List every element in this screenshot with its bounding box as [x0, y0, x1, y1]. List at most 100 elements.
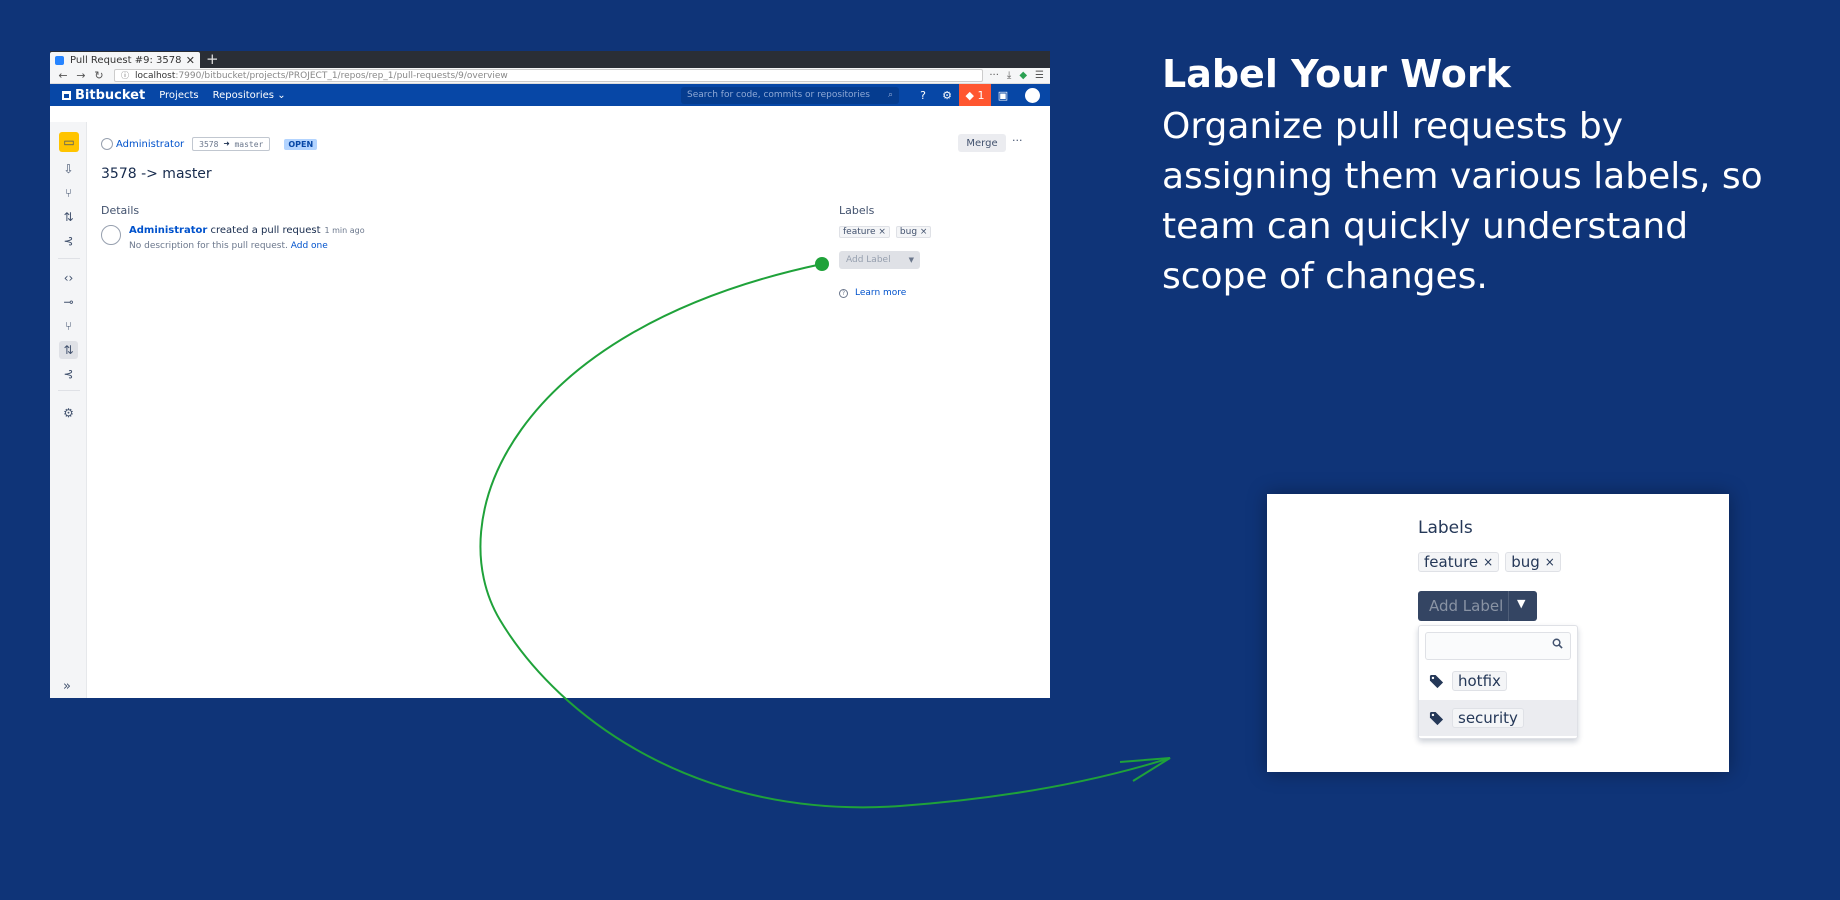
activity-avatar: [101, 225, 121, 245]
label-chip-bug[interactable]: bug ×: [895, 226, 932, 238]
notification-count: 1: [977, 88, 985, 102]
forks-icon[interactable]: ⊰: [59, 365, 78, 383]
address-field[interactable]: ⓘ localhost :7990/bitbucket/projects/PRO…: [114, 69, 984, 82]
add-label-text: Add Label: [1429, 597, 1504, 615]
browser-window: Pull Request #9: 3578 -> ✕ + ← → ↻ ⓘ loc…: [50, 51, 1050, 698]
nav-projects[interactable]: Projects: [159, 90, 198, 101]
zoomed-labels-panel: Labels feature × bug × Add Label ▼ hotfix: [1267, 494, 1729, 772]
help-icon[interactable]: ?: [911, 89, 935, 102]
search-placeholder: Search for code, commits or repositories: [687, 90, 870, 100]
activity-user-link[interactable]: Administrator: [129, 225, 207, 236]
back-icon[interactable]: ←: [54, 69, 72, 82]
target-branch[interactable]: master: [234, 140, 263, 149]
notification-badge[interactable]: ◆ 1: [959, 84, 991, 106]
caret-down-icon: ▼: [908, 256, 914, 264]
notification-icon: ◆: [965, 88, 974, 102]
bitbucket-header: Bitbucket Projects Repositories ⌄ Search…: [50, 84, 1050, 106]
browser-tab[interactable]: Pull Request #9: 3578 -> ✕: [50, 52, 200, 68]
source-branch[interactable]: 3578: [199, 140, 218, 149]
zoom-label-list: feature × bug ×: [1418, 552, 1561, 572]
pr-meta: Administrator 3578 ➜ master OPEN: [101, 137, 318, 151]
activity-description: No description for this pull request. Ad…: [129, 241, 365, 251]
arrowhead: [1119, 757, 1171, 782]
activity-line: Administrator created a pull request 1 mi…: [129, 225, 365, 236]
pull-request-main: Administrator 3578 ➜ master OPEN Merge ·…: [87, 122, 1050, 698]
caret-down-icon[interactable]: ▼: [1517, 597, 1525, 610]
promo-description: Organize pull requests by assigning them…: [1162, 106, 1763, 297]
create-branch-icon[interactable]: ⑂: [59, 184, 78, 202]
project-avatar-icon[interactable]: ▭: [59, 132, 79, 152]
forward-icon[interactable]: →: [72, 69, 90, 82]
pull-requests-icon[interactable]: ⇅: [59, 341, 78, 359]
remove-label-icon[interactable]: ×: [1545, 555, 1555, 569]
create-pull-request-icon[interactable]: ⇅: [59, 208, 78, 226]
remove-label-icon[interactable]: ×: [1483, 555, 1493, 569]
nav-repositories[interactable]: Repositories ⌄: [213, 90, 286, 101]
url-bar: ← → ↻ ⓘ localhost :7990/bitbucket/projec…: [50, 68, 1050, 84]
inbox-icon[interactable]: ▣: [991, 89, 1015, 102]
user-avatar[interactable]: [1025, 87, 1040, 103]
tag-icon: [1429, 674, 1444, 688]
download-icon[interactable]: ⤓: [1007, 70, 1011, 81]
site-info-icon[interactable]: ⓘ: [121, 70, 129, 81]
search-icon: ⌕: [887, 90, 893, 100]
tag-icon: [1429, 711, 1444, 725]
global-search-input[interactable]: Search for code, commits or repositories…: [681, 86, 899, 104]
activity-action: created a pull request: [207, 225, 321, 236]
zoom-label-chip-bug: bug ×: [1505, 552, 1561, 572]
details-heading: Details: [101, 204, 140, 217]
shield-icon[interactable]: ◆: [1019, 70, 1027, 81]
add-description-link[interactable]: Add one: [291, 241, 328, 251]
browser-toolbar: ··· ⤓ ◆ ☰: [989, 70, 1046, 81]
bitbucket-favicon-icon: [55, 55, 64, 65]
author-avatar: [101, 138, 113, 150]
branches-icon[interactable]: ⑂: [59, 317, 78, 335]
activity-item: Administrator created a pull request 1 mi…: [101, 225, 365, 251]
more-actions-button[interactable]: ···: [1012, 134, 1023, 147]
gear-icon[interactable]: ⚙: [935, 89, 959, 102]
label-list: feature × bug ×: [839, 226, 932, 238]
expand-sidebar-icon[interactable]: »: [63, 679, 71, 694]
bitbucket-logo[interactable]: Bitbucket: [62, 88, 145, 103]
activity-time: 1 min ago: [324, 226, 365, 235]
reload-icon[interactable]: ↻: [90, 69, 108, 82]
sidebar: ▭ ⇩ ⑂ ⇅ ⊰ ‹› ⊸ ⑂ ⇅ ⊰ ⚙ »: [50, 122, 87, 698]
bitbucket-bucket-icon: [62, 90, 71, 100]
new-tab-button[interactable]: +: [206, 51, 219, 68]
dropdown-option-hotfix[interactable]: hotfix: [1419, 663, 1577, 699]
button-divider: [1508, 591, 1509, 621]
label-search-input[interactable]: [1425, 632, 1571, 660]
hamburger-menu-icon[interactable]: ☰: [1035, 70, 1044, 81]
author-link[interactable]: Administrator: [116, 139, 184, 150]
search-icon: [1552, 638, 1563, 649]
tab-title: Pull Request #9: 3578 ->: [70, 54, 182, 66]
sidebar-divider: [58, 258, 80, 259]
commits-icon[interactable]: ⊸: [59, 293, 78, 311]
branch-flow: 3578 ➜ master: [192, 137, 271, 151]
promo-headline: Label Your Work: [1162, 52, 1511, 96]
label-chip-feature[interactable]: feature ×: [839, 226, 890, 238]
close-tab-icon[interactable]: ✕: [186, 54, 195, 67]
merge-button[interactable]: Merge: [958, 134, 1006, 152]
source-icon[interactable]: ‹›: [59, 269, 78, 287]
page-title: 3578 -> master: [101, 166, 212, 182]
option-text: hotfix: [1452, 671, 1507, 691]
dropdown-option-security[interactable]: security: [1419, 700, 1577, 736]
logo-text: Bitbucket: [75, 87, 146, 103]
clone-icon[interactable]: ⇩: [59, 160, 78, 178]
settings-icon[interactable]: ⚙: [59, 404, 78, 422]
labels-panel: Labels feature × bug × Add Label ▼ ? Lea…: [839, 204, 932, 298]
url-host: localhost: [135, 70, 176, 81]
option-text: security: [1452, 708, 1524, 728]
bitbucket-body: ▭ ⇩ ⑂ ⇅ ⊰ ‹› ⊸ ⑂ ⇅ ⊰ ⚙ » Administrator 3…: [50, 122, 1050, 698]
chip-text: feature: [1424, 553, 1479, 571]
learn-more-link[interactable]: ? Learn more: [839, 288, 931, 298]
url-path: :7990/bitbucket/projects/PROJECT_1/repos…: [175, 70, 508, 81]
page-actions-icon[interactable]: ···: [989, 70, 999, 81]
add-label-button[interactable]: Add Label ▼: [839, 251, 920, 269]
label-dropdown: hotfix security: [1418, 625, 1578, 739]
zoom-add-label-button[interactable]: Add Label ▼: [1418, 591, 1537, 621]
no-description-text: No description for this pull request.: [129, 241, 291, 251]
learn-more-text: Learn more: [855, 288, 907, 298]
fork-icon[interactable]: ⊰: [59, 232, 78, 250]
